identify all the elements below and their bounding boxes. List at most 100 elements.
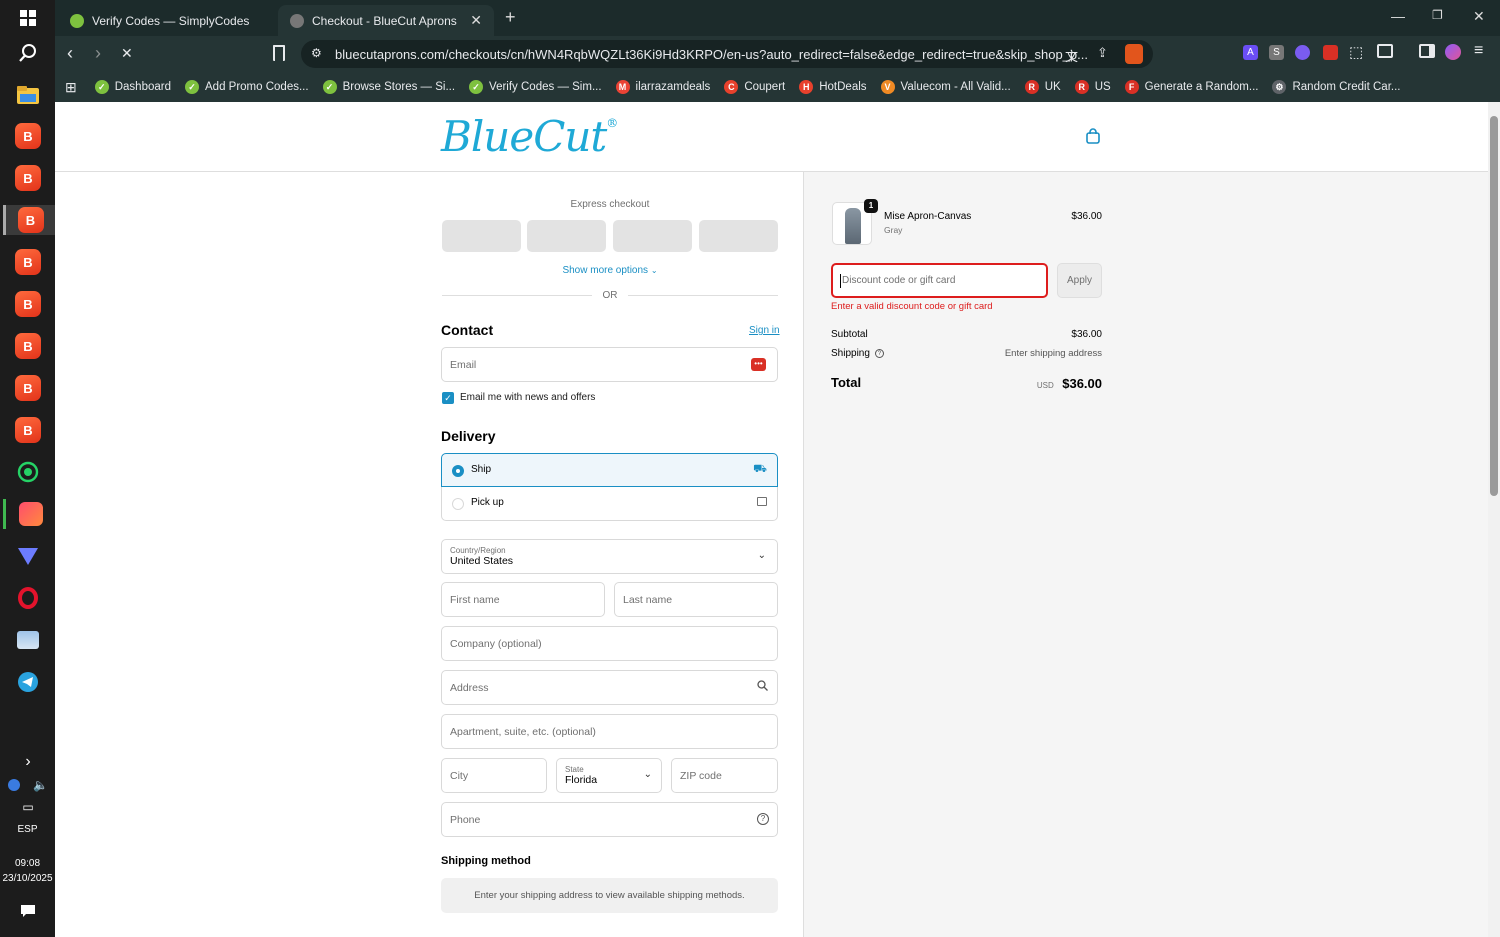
brave-browser-icon[interactable]: B: [13, 121, 43, 151]
company-field[interactable]: Company (optional): [441, 626, 778, 661]
brave-browser-icon[interactable]: B: [13, 163, 43, 193]
bookmark-item[interactable]: ⚙ Random Credit Car...: [1272, 80, 1400, 94]
last-name-field[interactable]: Last name: [614, 582, 778, 617]
whatsapp-icon[interactable]: [13, 457, 43, 487]
email-field[interactable]: Email •••: [441, 347, 778, 382]
zip-code-field[interactable]: ZIP code: [671, 758, 778, 793]
windows-start-icon[interactable]: [13, 3, 43, 33]
chevron-down-icon: ⌄: [650, 266, 658, 275]
stop-loading-icon[interactable]: ✕: [121, 45, 133, 62]
express-pay-button-1[interactable]: [442, 220, 521, 252]
bluecut-logo[interactable]: BlueCut®: [441, 112, 618, 161]
search-icon[interactable]: [13, 38, 43, 68]
display-icon[interactable]: ▭: [13, 792, 43, 822]
bookmark-icon[interactable]: [273, 45, 285, 61]
extension-s-icon[interactable]: S: [1269, 45, 1284, 60]
apply-discount-button[interactable]: Apply: [1057, 263, 1102, 298]
telegram-icon[interactable]: [13, 667, 43, 697]
brave-browser-active-icon[interactable]: B: [3, 205, 55, 235]
tab-checkout-bluecut[interactable]: Checkout - BlueCut Aprons ✕: [278, 5, 494, 36]
language-indicator[interactable]: ESP: [0, 824, 55, 835]
brave-browser-icon[interactable]: B: [13, 289, 43, 319]
state-select[interactable]: State Florida ⌄: [556, 758, 662, 793]
bookmark-item[interactable]: V Valuecom - All Valid...: [880, 80, 1011, 94]
apps-grid-icon[interactable]: ⊞: [65, 79, 77, 96]
or-separator: OR: [602, 290, 618, 301]
back-icon[interactable]: ‹: [67, 43, 73, 64]
bookmark-item[interactable]: C Coupert: [724, 80, 785, 94]
brave-browser-icon[interactable]: B: [13, 247, 43, 277]
bookmark-item[interactable]: H HotDeals: [799, 80, 867, 94]
express-pay-button-4[interactable]: [699, 220, 778, 252]
pickup-option[interactable]: Pick up: [441, 487, 778, 521]
bookmark-favicon-icon: M: [615, 80, 630, 94]
phone-placeholder: Phone: [450, 813, 481, 826]
sign-in-link[interactable]: Sign in: [749, 325, 780, 336]
brave-browser-icon[interactable]: B: [13, 331, 43, 361]
express-pay-button-3[interactable]: [613, 220, 692, 252]
bookmark-item[interactable]: ✓ Browse Stores — Si...: [322, 80, 455, 94]
bookmark-item[interactable]: R UK: [1024, 80, 1061, 94]
bookmark-label: Coupert: [744, 81, 786, 93]
pickup-radio[interactable]: [452, 498, 464, 510]
help-circle-icon[interactable]: ?: [757, 813, 769, 825]
brave-browser-icon[interactable]: B: [13, 373, 43, 403]
vpn-triangle-icon[interactable]: [13, 541, 43, 571]
menu-icon[interactable]: ≡: [1474, 42, 1483, 60]
bookmark-label: Valuecom - All Valid...: [900, 81, 1011, 93]
extension-calendar-icon[interactable]: [1323, 45, 1338, 60]
profile-avatar[interactable]: [1445, 44, 1461, 60]
forward-icon[interactable]: ›: [95, 43, 101, 64]
bookmark-item[interactable]: R US: [1074, 80, 1111, 94]
address-field[interactable]: Address: [441, 670, 778, 705]
apartment-field[interactable]: Apartment, suite, etc. (optional): [441, 714, 778, 749]
loading-favicon-icon: [290, 13, 304, 28]
tab-verify-codes[interactable]: Verify Codes — SimplyCodes: [58, 5, 276, 36]
image-viewer-icon[interactable]: [13, 625, 43, 655]
sidebar-toggle-icon[interactable]: [1419, 44, 1435, 58]
phone-field[interactable]: Phone ?: [441, 802, 778, 837]
file-explorer-icon[interactable]: [13, 80, 43, 110]
express-pay-button-2[interactable]: [527, 220, 606, 252]
media-icon[interactable]: [1377, 44, 1393, 58]
checkout-form-column: Express checkout Show more options ⌄ OR …: [55, 172, 803, 937]
bookmark-item[interactable]: Milarrazamdeals: [615, 80, 710, 94]
delivery-title: Delivery: [441, 428, 496, 444]
first-name-field[interactable]: First name: [441, 582, 605, 617]
url-bar[interactable]: ⚙ bluecutaprons.com/checkouts/cn/hWN4Rqb…: [301, 40, 1153, 68]
bookmark-item[interactable]: ✓ Dashboard: [94, 80, 171, 94]
opera-icon[interactable]: [13, 583, 43, 613]
discount-code-input[interactable]: Discount code or gift card: [831, 263, 1048, 298]
restore-icon[interactable]: ❐: [1432, 8, 1443, 22]
translate-icon[interactable]: 文: [1065, 46, 1078, 65]
close-window-icon[interactable]: ✕: [1473, 8, 1485, 25]
extensions-puzzle-icon[interactable]: ⬚: [1349, 43, 1363, 61]
cart-bag-icon[interactable]: [1086, 128, 1100, 149]
share-icon[interactable]: ⇪: [1097, 45, 1108, 61]
news-checkbox[interactable]: ✓: [442, 392, 454, 404]
site-info-icon[interactable]: ⚙: [311, 46, 322, 60]
minimize-icon[interactable]: —: [1391, 8, 1405, 24]
help-circle-icon[interactable]: ?: [874, 349, 884, 358]
extension-simplycodes-icon[interactable]: [1295, 45, 1310, 60]
country-select[interactable]: Country/Region United States ⌄: [441, 539, 778, 574]
new-tab-icon[interactable]: +: [505, 7, 516, 28]
brave-browser-icon[interactable]: B: [13, 415, 43, 445]
page-scrollbar[interactable]: [1488, 102, 1500, 937]
close-tab-icon[interactable]: ✕: [470, 12, 482, 29]
notifications-icon[interactable]: [13, 896, 43, 926]
ship-radio-selected[interactable]: [452, 465, 464, 477]
extension-a-icon[interactable]: A: [1243, 45, 1258, 60]
calendar-app-icon[interactable]: [3, 499, 55, 529]
bookmark-item[interactable]: ✓ Add Promo Codes...: [185, 80, 309, 94]
city-field[interactable]: City: [441, 758, 547, 793]
bookmark-label: UK: [1044, 81, 1061, 93]
brave-shields-icon[interactable]: [1125, 44, 1143, 64]
url-text[interactable]: bluecutaprons.com/checkouts/cn/hWN4RqbWQ…: [335, 47, 1088, 62]
autofill-card-icon[interactable]: •••: [751, 358, 766, 371]
show-more-options-link[interactable]: Show more options ⌄: [442, 265, 778, 276]
bookmark-item[interactable]: ✓ Verify Codes — Sim...: [469, 80, 602, 94]
bookmark-item[interactable]: F Generate a Random...: [1124, 80, 1258, 94]
scrollbar-thumb[interactable]: [1490, 116, 1498, 496]
ship-option[interactable]: Ship ⛟: [441, 453, 778, 487]
